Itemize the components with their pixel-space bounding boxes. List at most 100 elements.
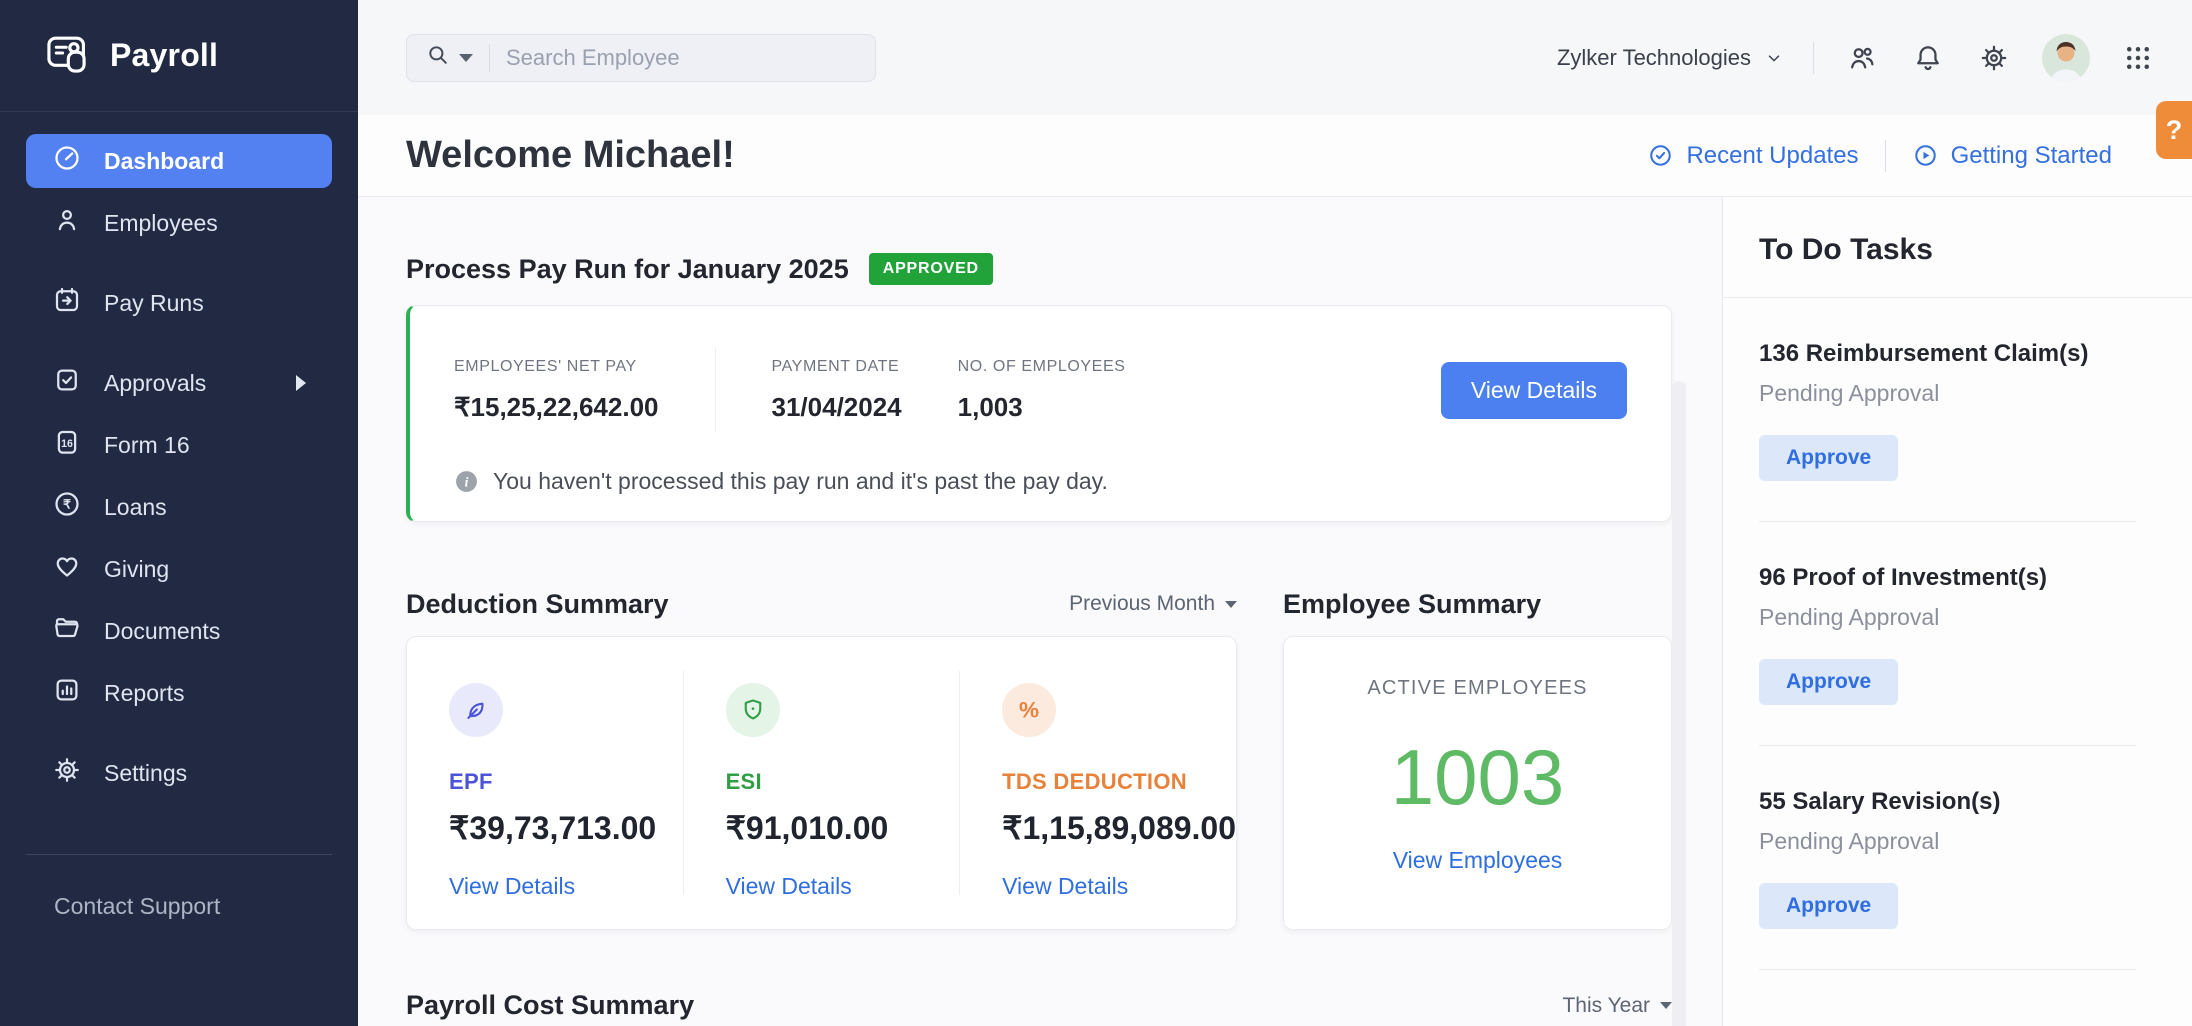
epf-leaf-icon [449,683,503,737]
app-title: Payroll [110,37,218,74]
sidebar: Payroll Dashboard Employees [0,0,358,1026]
svg-text:₹: ₹ [63,498,71,512]
stat-employee-count: NO. OF EMPLOYEES 1,003 [958,358,1182,423]
payroll-cost-title: Payroll Cost Summary [406,990,694,1021]
deduction-heading-row: Deduction Summary Previous Month [406,584,1237,624]
employee-heading-row: Employee Summary [1283,584,1672,624]
reports-chart-icon [52,675,82,711]
sidebar-spacer [0,808,358,854]
search-icon [425,42,451,73]
search-input[interactable] [506,45,806,71]
period-dropdown-previous-month[interactable]: Previous Month [1069,592,1237,616]
sidebar-item-form-16[interactable]: 16 Form 16 [26,418,332,472]
period-dropdown-this-year[interactable]: This Year [1562,994,1672,1018]
epf-view-details-link[interactable]: View Details [449,873,575,900]
svg-text:16: 16 [61,438,73,450]
users-button[interactable] [1844,40,1880,76]
divider [1813,42,1814,74]
app-window: Payroll Dashboard Employees [0,0,2192,1026]
dashboard-content: Process Pay Run for January 2025 APPROVE… [358,197,1722,1026]
view-details-button[interactable]: View Details [1441,362,1627,419]
settings-gear-button[interactable] [1976,40,2012,76]
todo-title: To Do Tasks [1759,233,2192,267]
sidebar-item-pay-runs[interactable]: Pay Runs [26,276,332,330]
giving-heart-icon [52,551,82,587]
status-badge: APPROVED [869,253,993,285]
employee-summary-card: ACTIVE EMPLOYEES 1003 View Employees [1283,636,1672,930]
approve-button[interactable]: Approve [1759,435,1898,481]
loans-icon: ₹ [52,489,82,525]
deduction-summary-card: EPF ₹39,73,713.00 View Details [406,636,1237,930]
chevron-down-icon [1225,601,1237,608]
stat-net-pay: EMPLOYEES' NET PAY ₹15,25,22,642.00 [454,358,715,423]
app-logo: Payroll [0,0,358,112]
sidebar-item-employees[interactable]: Employees [26,196,332,250]
sidebar-nav: Dashboard Employees Pay Runs [0,112,358,808]
sidebar-item-loans[interactable]: ₹ Loans [26,480,332,534]
user-avatar[interactable] [2042,34,2090,82]
sidebar-item-reports[interactable]: Reports [26,666,332,720]
approve-button[interactable]: Approve [1759,883,1898,929]
payroll-logo-icon [44,30,90,81]
todo-task-proof-of-investment: 96 Proof of Investment(s) Pending Approv… [1759,522,2136,705]
dashboard-icon [52,143,82,179]
todo-task-salary-revision: 55 Salary Revision(s) Pending Approval A… [1759,746,2136,929]
pay-runs-icon [52,285,82,321]
svg-text:%: % [1019,698,1039,723]
deduction-summary-title: Deduction Summary [406,589,669,620]
sidebar-item-documents[interactable]: Documents [26,604,332,658]
tds-percent-icon: % [1002,683,1056,737]
divider [489,44,490,72]
main-area: Zylker Technologies [358,0,2192,1026]
view-employees-link[interactable]: View Employees [1393,847,1563,874]
pay-run-note: i You haven't processed this pay run and… [454,468,1627,495]
topbar: Zylker Technologies [358,0,2192,115]
payroll-cost-heading-row: Payroll Cost Summary This Year [406,990,1672,1021]
employee-summary-section: Employee Summary ACTIVE EMPLOYEES 1003 V… [1283,584,1672,930]
recent-updates-link[interactable]: Recent Updates [1647,142,1858,170]
approvals-icon [52,365,82,401]
sidebar-item-approvals[interactable]: Approvals [26,356,332,410]
todo-task-reimbursement: 136 Reimbursement Claim(s) Pending Appro… [1759,298,2136,481]
divider [715,348,716,432]
active-employees-count: 1003 [1284,732,1671,823]
company-selector[interactable]: Zylker Technologies [1557,45,1783,71]
welcome-header: Welcome Michael! Recent Updates Getting … [358,115,2192,197]
play-circle-icon [1912,142,1939,169]
chevron-down-icon [1660,1002,1672,1009]
search-scope-caret-icon[interactable] [459,54,473,62]
sidebar-item-settings[interactable]: Settings [26,746,332,800]
sidebar-item-giving[interactable]: Giving [26,542,332,596]
content-wrap: Process Pay Run for January 2025 APPROVE… [358,197,2192,1026]
contact-support-link[interactable]: Contact Support [0,855,358,920]
topbar-right: Zylker Technologies [1557,34,2156,82]
pay-run-heading-row: Process Pay Run for January 2025 APPROVE… [406,253,1672,285]
pay-run-title: Process Pay Run for January 2025 [406,254,849,285]
divider [1885,140,1886,172]
search-box[interactable] [406,34,876,82]
deduction-summary-section: Deduction Summary Previous Month [406,584,1237,930]
header-links: Recent Updates Getting Started [1647,140,2192,172]
notifications-bell-button[interactable] [1910,40,1946,76]
summaries-row: Deduction Summary Previous Month [406,584,1672,930]
esi-shield-icon [726,683,780,737]
info-icon: i [454,469,479,494]
todo-panel: To Do Tasks 136 Reimbursement Claim(s) P… [1722,197,2192,1026]
esi-view-details-link[interactable]: View Details [726,873,852,900]
tds-view-details-link[interactable]: View Details [1002,873,1128,900]
divider [1759,969,2136,970]
form-16-icon: 16 [52,427,82,463]
vertical-scrollbar[interactable] [1672,381,1686,1026]
help-button[interactable]: ? [2156,101,2192,159]
pay-run-card: EMPLOYEES' NET PAY ₹15,25,22,642.00 PAYM… [406,305,1672,522]
deduction-item-epf: EPF ₹39,73,713.00 View Details [407,637,683,929]
sidebar-item-dashboard[interactable]: Dashboard [26,134,332,188]
documents-folder-icon [52,613,82,649]
getting-started-link[interactable]: Getting Started [1912,142,2112,170]
pay-run-stats: EMPLOYEES' NET PAY ₹15,25,22,642.00 PAYM… [454,348,1627,432]
approve-button[interactable]: Approve [1759,659,1898,705]
app-grid-button[interactable] [2120,40,2156,76]
recent-updates-icon [1647,142,1674,169]
employee-icon [52,205,82,241]
deduction-item-tds: % TDS DEDUCTION ₹1,15,89,089.00 View Det… [960,637,1236,929]
